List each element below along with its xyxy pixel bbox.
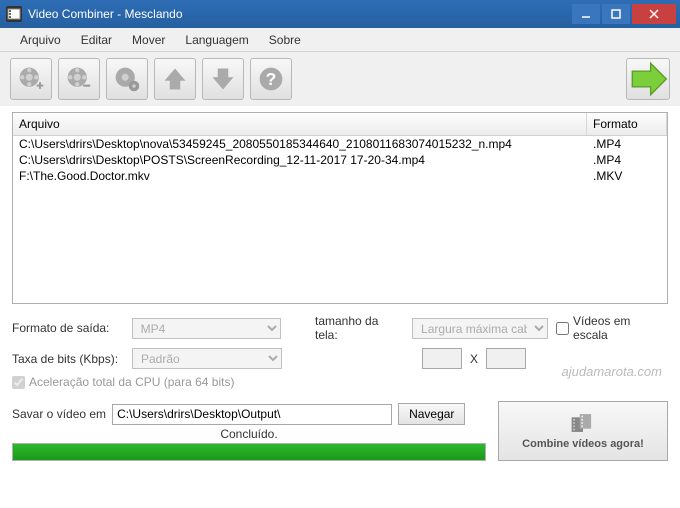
remove-file-button[interactable] <box>58 58 100 100</box>
menu-editar[interactable]: Editar <box>71 30 122 50</box>
svg-text:?: ? <box>266 69 277 89</box>
save-path-input[interactable] <box>112 404 392 425</box>
menu-arquivo[interactable]: Arquivo <box>10 30 71 50</box>
add-file-button[interactable] <box>10 58 52 100</box>
watermark: ajudamarota.com <box>562 364 662 379</box>
settings-button[interactable] <box>106 58 148 100</box>
minimize-button[interactable] <box>572 4 600 24</box>
screen-size-label: tamanho da tela: <box>315 314 404 342</box>
save-path-label: Savar o vídeo em <box>12 407 106 421</box>
progress-fill <box>13 444 485 460</box>
list-item[interactable]: C:\Users\drirs\Desktop\nova\53459245_208… <box>13 136 667 152</box>
file-path: C:\Users\drirs\Desktop\POSTS\ScreenRecor… <box>13 152 587 168</box>
maximize-button[interactable] <box>602 4 630 24</box>
go-button[interactable] <box>626 58 670 100</box>
scale-videos-label: Vídeos em escala <box>573 314 668 342</box>
file-path: C:\Users\drirs\Desktop\nova\53459245_208… <box>13 136 587 152</box>
bitrate-select[interactable]: Padrão <box>132 348 282 369</box>
combine-button[interactable]: Combine vídeos agora! <box>498 401 668 461</box>
menu-sobre[interactable]: Sobre <box>259 30 311 50</box>
arrow-down-icon <box>209 65 237 93</box>
height-input[interactable] <box>486 348 526 369</box>
menubar: Arquivo Editar Mover Languagem Sobre <box>0 28 680 52</box>
cpu-accel-checkbox[interactable] <box>12 376 25 389</box>
titlebar: Video Combiner - Mesclando <box>0 0 680 28</box>
film-gear-icon <box>113 65 141 93</box>
move-down-button[interactable] <box>202 58 244 100</box>
film-combine-icon <box>570 412 596 434</box>
file-list[interactable]: Arquivo Formato C:\Users\drirs\Desktop\n… <box>12 112 668 304</box>
browse-button[interactable]: Navegar <box>398 403 465 425</box>
output-format-select[interactable]: MP4 <box>132 318 281 339</box>
dimension-separator: X <box>470 352 478 366</box>
status-text: Concluído. <box>12 425 486 443</box>
file-path: F:\The.Good.Doctor.mkv <box>13 168 587 184</box>
move-up-button[interactable] <box>154 58 196 100</box>
progress-bar <box>12 443 486 461</box>
column-header-file[interactable]: Arquivo <box>13 113 587 135</box>
help-icon: ? <box>257 65 285 93</box>
menu-mover[interactable]: Mover <box>122 30 175 50</box>
toolbar: ? <box>0 52 680 106</box>
arrow-up-icon <box>161 65 189 93</box>
help-button[interactable]: ? <box>250 58 292 100</box>
film-remove-icon <box>65 65 93 93</box>
cpu-accel-label: Aceleração total da CPU (para 64 bits) <box>29 375 234 389</box>
file-format: .MP4 <box>587 136 667 152</box>
scale-videos-checkbox[interactable] <box>556 322 569 335</box>
arrow-right-icon <box>627 58 669 100</box>
file-format: .MP4 <box>587 152 667 168</box>
menu-languagem[interactable]: Languagem <box>175 30 258 50</box>
combine-button-label: Combine vídeos agora! <box>522 438 644 450</box>
file-format: .MKV <box>587 168 667 184</box>
file-list-header: Arquivo Formato <box>13 113 667 136</box>
width-input[interactable] <box>422 348 462 369</box>
output-format-label: Formato de saída: <box>12 321 124 335</box>
screen-size-select[interactable]: Largura máxima cabida <box>412 318 548 339</box>
list-item[interactable]: F:\The.Good.Doctor.mkv .MKV <box>13 168 667 184</box>
column-header-format[interactable]: Formato <box>587 113 667 135</box>
bitrate-label: Taxa de bits (Kbps): <box>12 352 124 366</box>
close-button[interactable] <box>632 4 676 24</box>
list-item[interactable]: C:\Users\drirs\Desktop\POSTS\ScreenRecor… <box>13 152 667 168</box>
window-title: Video Combiner - Mesclando <box>28 7 570 21</box>
app-icon <box>6 6 22 22</box>
film-add-icon <box>17 65 45 93</box>
